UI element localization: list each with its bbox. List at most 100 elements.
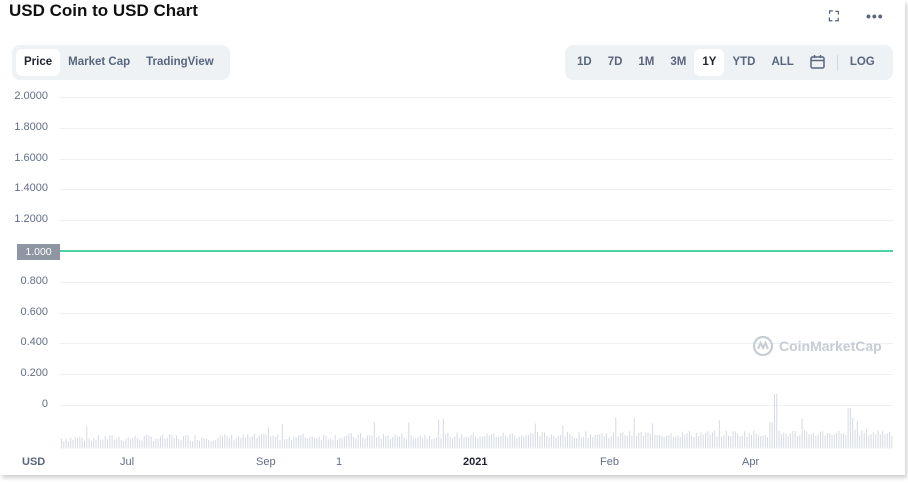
volume-bar [346,435,348,448]
volume-bar [70,437,72,448]
volume-bar [640,432,642,448]
volume-bar [452,438,453,448]
volume-bar [606,433,608,448]
volume-bar [109,435,111,448]
volume-bar [516,438,518,448]
volume-bar [544,432,545,448]
volume-bar [854,429,856,448]
volume-bar [300,435,302,448]
volume-bar [79,437,81,448]
volume-bar [403,437,405,448]
volume-bar [199,440,200,448]
volume-bar [755,433,757,448]
price-chart[interactable] [0,0,908,483]
volume-bars [61,394,893,448]
volume-bar [806,431,808,448]
volume-bar [293,436,295,448]
volume-bar [744,431,746,448]
volume-bar [778,431,780,448]
volume-bar [176,435,177,448]
volume-bar [399,436,401,448]
volume-bar [387,435,389,448]
volume-bar [762,435,764,448]
volume-bar [817,434,819,448]
volume-bar [203,438,205,448]
volume-bar [624,435,626,448]
volume-bar [63,441,65,448]
volume-bar [534,423,536,448]
volume-bar [123,440,125,448]
volume-bar [838,430,840,448]
volume-bar [504,435,506,448]
volume-bar [270,435,272,448]
volume-bar [311,436,313,448]
volume-bar [587,438,589,448]
volume-bar [277,434,279,448]
volume-bar [748,432,750,448]
volume-bar [716,436,718,448]
volume-bar [783,432,785,448]
volume-bar [415,438,417,448]
volume-bar [357,434,359,448]
volume-bar [318,436,320,448]
volume-bar [263,433,265,448]
volume-bar [826,432,828,448]
volume-bar [610,435,612,448]
volume-bar [619,433,621,448]
volume-bar [836,432,838,448]
volume-bar [217,438,219,448]
volume-bar [626,435,628,448]
volume-bar [500,435,502,448]
volume-bar [553,436,555,448]
volume-bar [493,433,495,448]
volume-bar [481,436,483,448]
volume-bar [438,419,440,448]
volume-bar [695,433,697,448]
volume-bar [550,434,552,448]
volume-bar [166,438,168,448]
volume-bar [741,436,743,448]
volume-bar [159,436,161,448]
volume-bar [698,436,700,448]
volume-bar [169,434,171,448]
volume-bar [210,440,212,448]
volume-bar [562,425,564,448]
volume-bar [721,436,723,448]
volume-bar [408,422,410,448]
volume-bar [458,438,460,448]
volume-bar [261,434,263,448]
volume-bar [879,434,881,448]
volume-bar [845,434,847,448]
volume-bar [541,432,543,448]
volume-bar [810,434,812,448]
volume-bar [417,437,419,448]
volume-bar [532,433,534,448]
volume-bar [785,433,787,448]
volume-bar [564,436,566,448]
volume-bar [364,438,366,448]
volume-bar [81,437,83,448]
volume-bar [774,394,775,448]
volume-bar [583,437,585,448]
volume-bar [567,431,568,448]
volume-bar [654,434,656,448]
volume-bar [95,439,97,448]
volume-bar [537,432,539,448]
volume-bar [74,437,76,448]
volume-bar [84,440,85,448]
volume-bar [484,436,486,448]
chart-card: USD Coin to USD Chart ⛶ ••• Price Market… [0,0,905,475]
volume-bar [208,440,210,448]
volume-bar [325,436,327,448]
volume-bar [268,427,269,448]
volume-bar [709,434,711,448]
volume-bar [833,434,835,448]
volume-bar [192,440,194,448]
volume-bar [295,437,297,448]
volume-bar [132,438,134,448]
volume-bar [383,433,384,448]
volume-bar [861,430,863,448]
volume-bar [118,437,120,448]
volume-bar [491,434,493,448]
volume-bar [251,435,253,448]
